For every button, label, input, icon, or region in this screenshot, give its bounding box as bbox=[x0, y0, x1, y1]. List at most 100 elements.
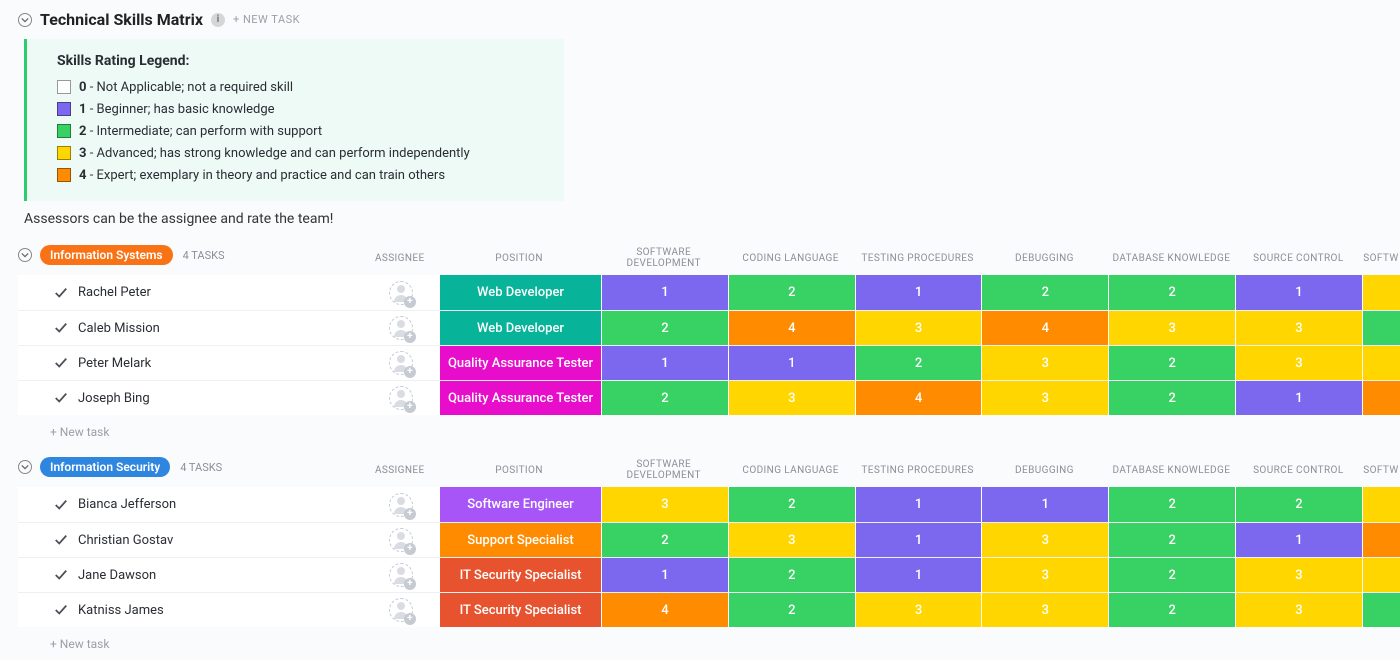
skill-cell[interactable]: 1 bbox=[601, 558, 728, 592]
skill-cell[interactable]: 1 bbox=[1235, 381, 1362, 415]
skill-cell[interactable]: 1 bbox=[601, 346, 728, 380]
skill-cell[interactable]: 1 bbox=[728, 346, 855, 380]
position-cell[interactable]: Quality Assurance Tester bbox=[439, 381, 601, 415]
skill-cell[interactable]: 3 bbox=[981, 523, 1108, 557]
skill-cell[interactable] bbox=[1362, 487, 1400, 522]
position-cell[interactable]: Web Developer bbox=[439, 311, 601, 345]
skill-cell[interactable]: 2 bbox=[728, 593, 855, 627]
collapse-section-button[interactable] bbox=[18, 13, 32, 27]
skill-cell[interactable] bbox=[1362, 346, 1400, 380]
group-pill[interactable]: Information Security bbox=[40, 457, 170, 477]
position-cell[interactable]: Quality Assurance Tester bbox=[439, 346, 601, 380]
assignee-cell[interactable]: + bbox=[363, 558, 439, 592]
task-name-cell[interactable]: Joseph Bing bbox=[18, 381, 363, 415]
skill-cell[interactable] bbox=[1362, 275, 1400, 310]
task-name-cell[interactable]: Christian Gostav bbox=[18, 523, 363, 557]
collapse-group-button[interactable] bbox=[18, 248, 32, 262]
skill-cell[interactable]: 1 bbox=[855, 523, 982, 557]
skill-cell[interactable]: 2 bbox=[1108, 558, 1235, 592]
skill-cell[interactable]: 4 bbox=[728, 311, 855, 345]
assign-user-button[interactable]: + bbox=[389, 528, 413, 552]
skill-cell[interactable]: 2 bbox=[1235, 487, 1362, 522]
check-icon bbox=[54, 356, 68, 370]
assign-user-button[interactable]: + bbox=[389, 351, 413, 375]
skill-cell[interactable]: 3 bbox=[1235, 558, 1362, 592]
group-pill[interactable]: Information Systems bbox=[40, 245, 173, 265]
skill-cell[interactable]: 4 bbox=[601, 593, 728, 627]
collapse-group-button[interactable] bbox=[18, 460, 32, 474]
new-task-button[interactable]: + New task bbox=[18, 415, 1400, 439]
position-cell[interactable]: Support Specialist bbox=[439, 523, 601, 557]
assignee-cell[interactable]: + bbox=[363, 311, 439, 345]
skill-cell[interactable]: 3 bbox=[981, 558, 1108, 592]
skill-cell[interactable]: 3 bbox=[728, 381, 855, 415]
section-info-icon[interactable]: i bbox=[211, 13, 225, 27]
skill-cell[interactable] bbox=[1362, 558, 1400, 592]
skill-cell[interactable]: 3 bbox=[1108, 311, 1235, 345]
skill-cell[interactable]: 2 bbox=[1108, 346, 1235, 380]
assignee-cell[interactable]: + bbox=[363, 487, 439, 522]
skill-cell[interactable]: 3 bbox=[1235, 311, 1362, 345]
new-task-button-header[interactable]: + NEW TASK bbox=[233, 13, 300, 26]
assignee-cell[interactable]: + bbox=[363, 346, 439, 380]
assign-user-button[interactable]: + bbox=[389, 563, 413, 587]
assignee-cell[interactable]: + bbox=[363, 381, 439, 415]
assignee-cell[interactable]: + bbox=[363, 275, 439, 310]
skill-cell[interactable]: 1 bbox=[601, 275, 728, 310]
skill-cell[interactable]: 1 bbox=[855, 487, 982, 522]
skill-cell[interactable]: 3 bbox=[981, 381, 1108, 415]
assignee-cell[interactable]: + bbox=[363, 523, 439, 557]
skill-cell[interactable]: 1 bbox=[981, 487, 1108, 522]
skill-cell[interactable]: 2 bbox=[981, 275, 1108, 310]
skill-cell[interactable]: 2 bbox=[1108, 275, 1235, 310]
plus-icon: + bbox=[404, 401, 416, 413]
skill-cell[interactable]: 3 bbox=[981, 593, 1108, 627]
task-name-cell[interactable]: Bianca Jefferson bbox=[18, 487, 363, 522]
skill-cell[interactable]: 3 bbox=[855, 311, 982, 345]
assign-user-button[interactable]: + bbox=[389, 386, 413, 410]
skill-cell[interactable]: 2 bbox=[601, 311, 728, 345]
skill-cell[interactable]: 4 bbox=[855, 381, 982, 415]
task-name-cell[interactable]: Peter Melark bbox=[18, 346, 363, 380]
skill-cell[interactable]: 4 bbox=[981, 311, 1108, 345]
skill-cell[interactable]: 2 bbox=[728, 558, 855, 592]
skill-cell[interactable] bbox=[1362, 523, 1400, 557]
skill-cell[interactable] bbox=[1362, 311, 1400, 345]
skill-cell[interactable]: 1 bbox=[855, 275, 982, 310]
skill-cell[interactable]: 2 bbox=[1108, 381, 1235, 415]
skill-cell[interactable]: 2 bbox=[728, 487, 855, 522]
position-cell[interactable]: IT Security Specialist bbox=[439, 593, 601, 627]
skill-cell[interactable] bbox=[1362, 381, 1400, 415]
skill-cell[interactable]: 3 bbox=[855, 593, 982, 627]
skill-cell[interactable]: 1 bbox=[1235, 275, 1362, 310]
position-cell[interactable]: Web Developer bbox=[439, 275, 601, 310]
skill-cell[interactable]: 2 bbox=[1108, 593, 1235, 627]
skill-cell[interactable]: 2 bbox=[855, 346, 982, 380]
task-name-cell[interactable]: Katniss James bbox=[18, 593, 363, 627]
assign-user-button[interactable]: + bbox=[389, 281, 413, 305]
skill-cell[interactable]: 2 bbox=[601, 381, 728, 415]
skill-cell[interactable]: 1 bbox=[1235, 523, 1362, 557]
skill-cell[interactable]: 3 bbox=[728, 523, 855, 557]
skill-cell[interactable]: 3 bbox=[1235, 593, 1362, 627]
skill-cell[interactable]: 2 bbox=[601, 523, 728, 557]
skill-cell[interactable]: 2 bbox=[1108, 523, 1235, 557]
skill-cell[interactable]: 2 bbox=[1108, 487, 1235, 522]
task-name-cell[interactable]: Caleb Mission bbox=[18, 311, 363, 345]
task-name-cell[interactable]: Rachel Peter bbox=[18, 275, 363, 310]
skill-cell[interactable] bbox=[1362, 593, 1400, 627]
new-task-button[interactable]: + New task bbox=[18, 627, 1400, 651]
position-cell[interactable]: IT Security Specialist bbox=[439, 558, 601, 592]
assign-user-button[interactable]: + bbox=[389, 316, 413, 340]
skill-cell[interactable]: 2 bbox=[728, 275, 855, 310]
assign-user-button[interactable]: + bbox=[389, 598, 413, 622]
skill-cell[interactable]: 3 bbox=[981, 346, 1108, 380]
position-cell[interactable]: Software Engineer bbox=[439, 487, 601, 522]
skill-cell[interactable]: 3 bbox=[1235, 346, 1362, 380]
assign-user-button[interactable]: + bbox=[389, 493, 413, 517]
skill-cell[interactable]: 1 bbox=[855, 558, 982, 592]
skill-cell[interactable]: 3 bbox=[601, 487, 728, 522]
task-name-cell[interactable]: Jane Dawson bbox=[18, 558, 363, 592]
assignee-cell[interactable]: + bbox=[363, 593, 439, 627]
task-name-text: Joseph Bing bbox=[78, 391, 150, 406]
